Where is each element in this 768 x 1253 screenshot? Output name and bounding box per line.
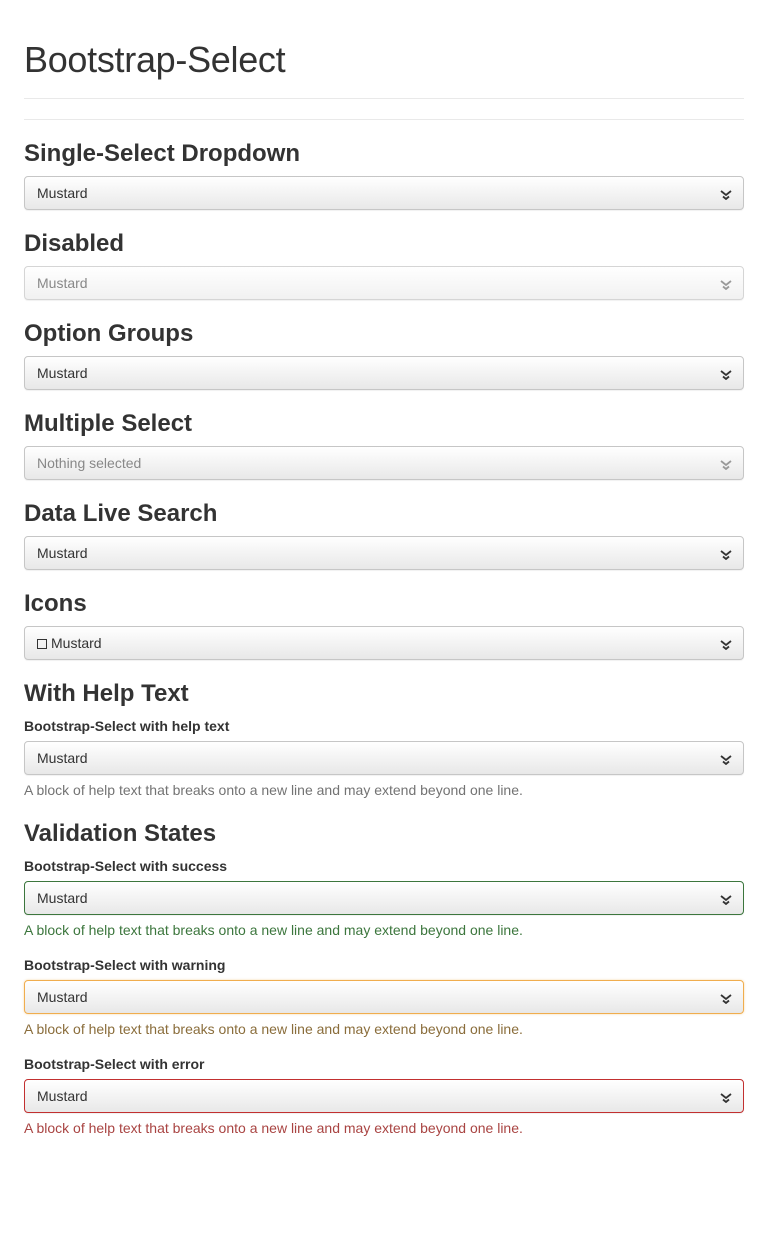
help-text-warning: A block of help text that breaks onto a … xyxy=(24,1021,523,1037)
section-title-help-text: With Help Text xyxy=(24,680,189,707)
section-title-single-select: Single-Select Dropdown xyxy=(24,140,301,167)
selected-value: Mustard xyxy=(37,275,88,291)
empty-square-icon xyxy=(37,639,47,649)
selected-value: Mustard xyxy=(37,185,88,201)
selected-value: Mustard xyxy=(37,545,88,561)
divider xyxy=(24,98,744,99)
section-title-validation: Validation States xyxy=(24,820,217,847)
option-groups-select-dropdown[interactable]: Mustard xyxy=(24,356,744,390)
help-text-error: A block of help text that breaks onto a … xyxy=(24,1120,523,1136)
success-select-dropdown[interactable]: Mustard xyxy=(24,881,744,915)
caret-down-icon xyxy=(720,280,732,290)
page-title: Bootstrap-Select xyxy=(24,39,286,80)
placeholder-text: Nothing selected xyxy=(37,455,142,471)
caret-down-icon xyxy=(720,994,732,1004)
selected-value: Mustard xyxy=(37,365,88,381)
selected-value: Mustard xyxy=(37,989,88,1005)
caret-down-icon xyxy=(720,190,732,200)
multiple-select-dropdown[interactable]: Nothing selected xyxy=(24,446,744,480)
section-title-disabled: Disabled xyxy=(24,230,125,257)
caret-down-icon xyxy=(720,640,732,650)
section-title-option-groups: Option Groups xyxy=(24,320,194,347)
section-title-icons: Icons xyxy=(24,590,87,617)
caret-down-icon xyxy=(720,895,732,905)
caret-down-icon xyxy=(720,460,732,470)
error-select-dropdown[interactable]: Mustard xyxy=(24,1079,744,1113)
selected-value: Mustard xyxy=(37,750,88,766)
help-text: A block of help text that breaks onto a … xyxy=(24,782,523,798)
selected-option: Mustard xyxy=(37,627,102,659)
help-text-success: A block of help text that breaks onto a … xyxy=(24,922,523,938)
icons-select-dropdown[interactable]: Mustard xyxy=(24,626,744,660)
field-label-error: Bootstrap-Select with error xyxy=(24,1056,205,1072)
single-select-dropdown[interactable]: Mustard xyxy=(24,176,744,210)
warning-select-dropdown[interactable]: Mustard xyxy=(24,980,744,1014)
field-label-warning: Bootstrap-Select with warning xyxy=(24,957,226,973)
section-title-live-search: Data Live Search xyxy=(24,500,218,527)
caret-down-icon xyxy=(720,755,732,765)
selected-value: Mustard xyxy=(51,635,102,651)
help-text-select-dropdown[interactable]: Mustard xyxy=(24,741,744,775)
divider xyxy=(24,119,744,120)
caret-down-icon xyxy=(720,370,732,380)
caret-down-icon xyxy=(720,550,732,560)
field-label-help-text: Bootstrap-Select with help text xyxy=(24,718,230,734)
selected-value: Mustard xyxy=(37,1088,88,1104)
field-label-success: Bootstrap-Select with success xyxy=(24,858,228,874)
live-search-select-dropdown[interactable]: Mustard xyxy=(24,536,744,570)
caret-down-icon xyxy=(720,1093,732,1103)
section-title-multiple-select: Multiple Select xyxy=(24,410,193,437)
disabled-select-dropdown: Mustard xyxy=(24,266,744,300)
selected-value: Mustard xyxy=(37,890,88,906)
